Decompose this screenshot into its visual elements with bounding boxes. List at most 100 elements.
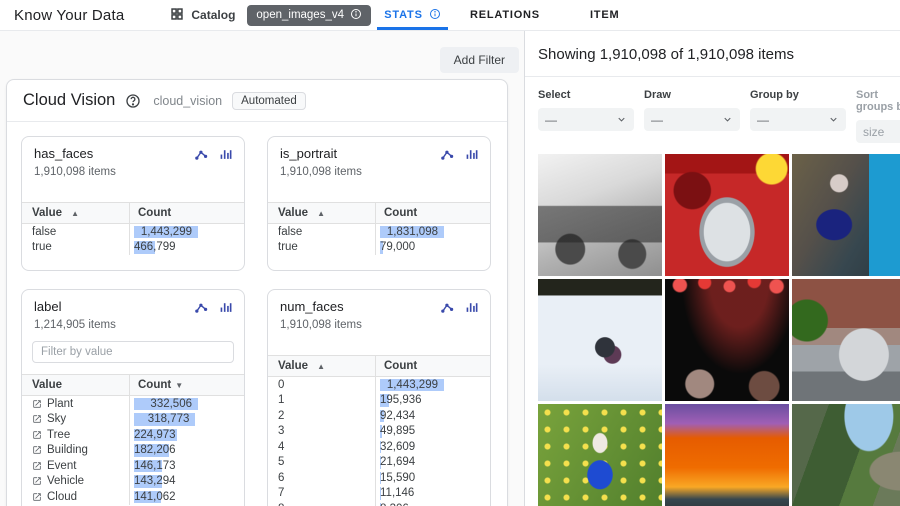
info-icon[interactable] [429,8,441,23]
tab-stats[interactable]: STATS [377,0,448,30]
row-count: 15,590 [380,472,415,484]
value-header-label: Value [32,379,62,391]
top-app-bar: Know Your Data Catalog open_images_v4 ST… [0,0,900,31]
control-label: Group by [750,89,846,101]
card-header: label [22,299,244,314]
app-title: Know Your Data [14,7,124,24]
image-grid [538,154,900,506]
feature-card-is_portrait: is_portrait 1,910,098 items Value▲ Count fal… [267,136,491,271]
bar-chart-icon[interactable] [219,300,232,314]
automated-badge: Automated [232,92,306,110]
scatter-chart-icon[interactable] [440,147,455,161]
open-in-new-icon[interactable] [32,445,42,455]
value-filter-input[interactable] [32,341,234,363]
grid-image-concert-red-lights[interactable] [665,279,789,401]
scatter-chart-icon[interactable] [194,300,209,314]
count-column-header[interactable]: Count [376,356,490,376]
tab-bar: STATS RELATIONS ITEM [377,0,621,30]
control-label: Draw [644,89,740,101]
open-in-new-icon[interactable] [32,492,42,502]
row-value: Tree [47,429,70,441]
tab-relations[interactable]: RELATIONS [468,0,542,30]
dropdown-value: — [651,113,663,127]
table-row: false1,831,098 [268,224,490,240]
view-controls: Select—Draw—Group by—Sort groups bysize [525,77,900,143]
control-label: Sort groups by [856,89,900,113]
row-value: true [278,241,298,253]
bar-chart-icon[interactable] [219,147,232,161]
control-dropdown[interactable]: — [750,108,846,131]
results-panel: Showing 1,910,098 of 1,910,098 items Sel… [525,31,900,506]
feature-card-has_faces: has_faces1,910,098 itemsValue▲Countfalse… [21,136,245,271]
table-row: Tree224,973 [22,427,244,443]
table-row: 88,306 [268,501,490,506]
value-count-table: Value▲Count01,443,2991195,936292,434349,… [268,355,490,506]
row-count: 79,000 [380,241,415,253]
bar-chart-icon[interactable] [465,300,478,314]
grid-image-silver-car-street[interactable] [792,279,900,401]
open-in-new-icon[interactable] [32,399,42,409]
section-title: Cloud Vision [23,91,115,110]
scatter-chart-icon[interactable] [440,300,455,314]
open-in-new-icon[interactable] [32,461,42,471]
chevron-down-icon [722,114,733,125]
table-row: true466,799 [22,240,244,256]
dataset-chip[interactable]: open_images_v4 [247,5,371,26]
grid-image-vintage-truck-engraving[interactable] [538,154,662,276]
row-value: Vehicle [47,475,84,487]
count-header-label: Count [384,207,417,219]
table-row: Event146,173 [22,458,244,474]
feature-card-label: label1,214,905 itemsValueCount▼Plant332,… [21,289,245,506]
value-column-header[interactable]: Value▲ [22,203,130,223]
value-column-header[interactable]: Value▲ [268,356,376,376]
grid-image-snow-tubing[interactable] [538,279,662,401]
table-row: Building182,206 [22,443,244,459]
row-count: 11,146 [380,487,414,499]
tab-item-label: ITEM [590,9,619,21]
tab-item[interactable]: ITEM [588,0,621,30]
row-value: Sky [47,413,66,425]
grid-image-hi-vis-worker[interactable] [665,404,789,506]
control-dropdown[interactable]: size [856,120,900,143]
value-count-table: ValueCount▼Plant332,506Sky318,773Tree224… [22,374,244,505]
scatter-chart-icon[interactable] [194,147,209,161]
grid-image-red-toy-car-package[interactable] [665,154,789,276]
info-icon[interactable] [350,8,362,23]
open-in-new-icon[interactable] [32,476,42,486]
card-title: has_faces [34,146,93,161]
count-column-header[interactable]: Count [130,203,244,223]
grid-image-scarecrow-flower-field[interactable] [538,404,662,506]
value-column-header[interactable]: Value [22,375,130,395]
open-in-new-icon[interactable] [32,430,42,440]
add-filter-button[interactable]: Add Filter [440,47,519,73]
card-title: num_faces [280,299,344,314]
control-dropdown[interactable]: — [644,108,740,131]
row-value: false [32,226,56,238]
help-icon[interactable] [125,93,141,109]
dataset-chip-label: open_images_v4 [256,9,344,21]
row-value: Plant [47,398,73,410]
row-count: 141,062 [134,491,176,503]
chevron-down-icon [828,114,839,125]
row-count: 1,443,299 [134,226,192,238]
chevron-down-icon [616,114,627,125]
sort-asc-icon: ▲ [317,209,325,218]
card-title: is_portrait [280,146,337,161]
grid-image-cyclists-race-poster[interactable] [792,154,900,276]
control-dropdown[interactable]: — [538,108,634,131]
bar-chart-icon[interactable] [465,147,478,161]
table-row: 521,694 [268,455,490,471]
row-value: false [278,226,302,238]
catalog-label: Catalog [191,8,235,22]
grid-image-garden-path[interactable] [792,404,900,506]
open-in-new-icon[interactable] [32,414,42,424]
catalog-button[interactable]: Catalog [170,7,235,24]
row-count: 49,895 [380,425,415,437]
value-column-header[interactable]: Value▲ [268,203,376,223]
card-item-count: 1,910,098 items [268,166,490,178]
table-row: 432,609 [268,439,490,455]
count-column-header[interactable]: Count▼ [130,375,244,395]
cloud-vision-header: Cloud Vision cloud_vision Automated [7,80,507,122]
count-column-header[interactable]: Count [376,203,490,223]
row-count: 32,609 [380,441,415,453]
